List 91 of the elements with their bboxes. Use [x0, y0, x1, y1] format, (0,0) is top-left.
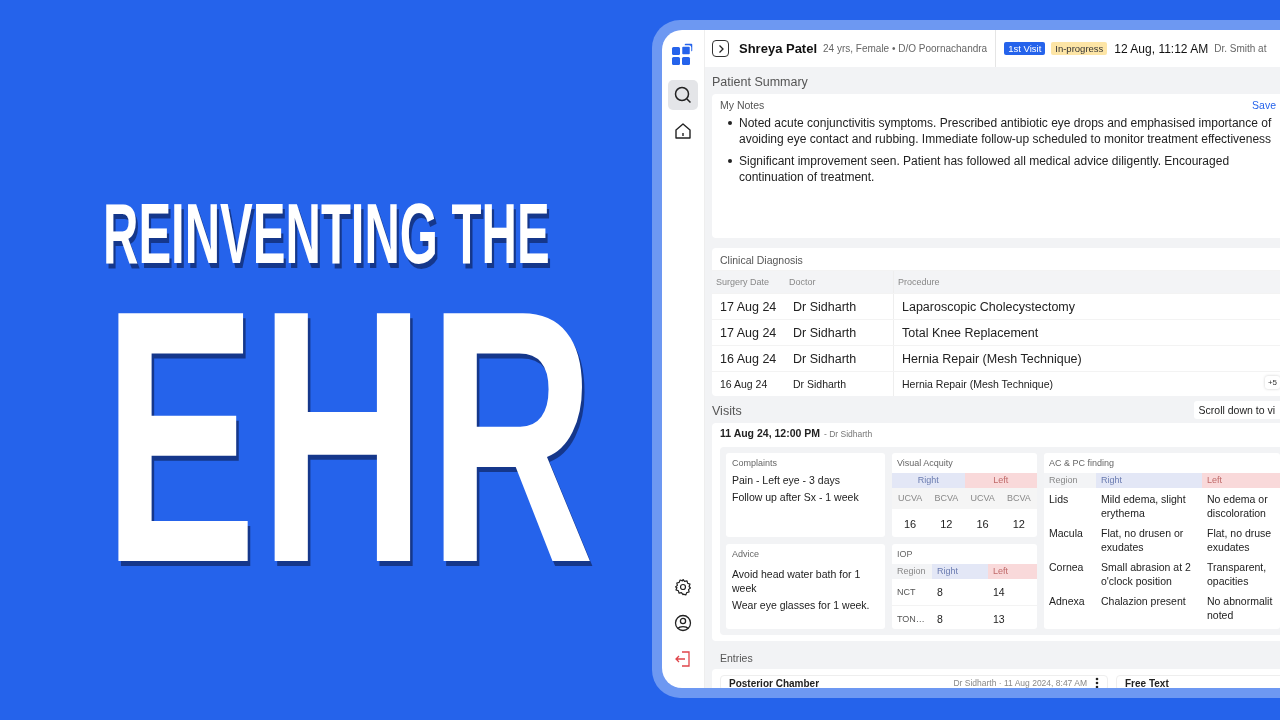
- table-cell: TON…: [892, 606, 932, 629]
- note-item: Significant improvement seen. Patient has followed all medical advice diligently. Encouraged continuation of treatment.: [739, 153, 1231, 185]
- column-header: Procedure: [893, 271, 1280, 293]
- visit-doctor: - Dr Sidharth: [824, 429, 873, 439]
- table-cell-text: 16: [903, 517, 918, 532]
- section-title: Visits: [712, 403, 742, 420]
- logout-icon: [674, 650, 692, 668]
- table-cell: 13: [988, 606, 1037, 629]
- table-cell-text: Dr Sidharth: [792, 351, 858, 366]
- home-icon: [674, 122, 692, 140]
- profile-icon: [674, 614, 692, 632]
- section-title: Patient Summary: [712, 74, 809, 91]
- table-cell-text: 16 Aug 24: [719, 378, 769, 390]
- table-cell-text: 17 Aug 24: [719, 325, 778, 340]
- doctor-label: Dr. Smith at: [1214, 43, 1267, 54]
- status-badge: In-progress: [1051, 42, 1108, 55]
- column-header: Left: [1202, 473, 1280, 488]
- table-cell-text: 12: [1011, 517, 1026, 532]
- column-header: Doctor: [788, 277, 817, 287]
- card-title: Clinical Diagnosis: [719, 253, 804, 268]
- column-header: Right: [892, 473, 965, 488]
- bullet-icon: [728, 159, 732, 163]
- logo-icon: [671, 42, 695, 66]
- complaint-item: Follow up after Sx - 1 week: [732, 490, 860, 504]
- card-title: Visual Acquity: [896, 458, 954, 468]
- visit-datetime: 11 Aug 24, 12:00 PM: [720, 427, 820, 439]
- column-header: UCVA: [964, 488, 1001, 509]
- table-cell: Hernia Repair (Mesh Technique): [893, 346, 1280, 371]
- table-cell: Total Knee Replacement: [893, 320, 1280, 345]
- patient-info: 24 yrs, Female • D/O Poornachandra: [823, 43, 988, 54]
- table-cell-text: Dr Sidharth: [792, 299, 858, 314]
- column-header: Left: [964, 473, 1037, 488]
- column-header: Right: [1096, 473, 1202, 488]
- entry-title: Free Text: [1125, 677, 1170, 688]
- table-cell-text: 12: [939, 517, 954, 532]
- table-cell-text: Adnexa: [1048, 594, 1086, 609]
- card-title: AC & PC finding: [1048, 458, 1116, 468]
- column-header: BCVA: [928, 488, 965, 509]
- table-cell-text: Lids: [1048, 492, 1070, 507]
- table-cell-text: Chalazion present: [1100, 594, 1187, 609]
- column-header: Region: [892, 564, 932, 579]
- table-cell-text: Cornea: [1048, 560, 1085, 575]
- section-title: Entries: [719, 651, 754, 666]
- kebab-menu-icon[interactable]: [1095, 677, 1099, 688]
- more-count: +5: [1264, 376, 1280, 389]
- table-cell-text: 16 Aug 24: [719, 351, 778, 366]
- search-icon: [674, 86, 692, 104]
- table-cell-text: Dr Sidharth: [792, 325, 858, 340]
- table-cell: 14: [988, 579, 1037, 606]
- card-title: Complaints: [732, 458, 779, 468]
- table-cell-text: Macula: [1048, 526, 1084, 541]
- table-cell-text: 16: [975, 517, 990, 532]
- card-title: Advice: [732, 549, 760, 559]
- table-cell-text: Small abrasion at 2 o'clock position: [1100, 560, 1192, 589]
- column-header: Right: [932, 564, 988, 579]
- note-item: Noted acute conjunctivitis symptoms. Prescribed antibiotic eye drops and emphasised importance of avoiding eye contact and rubbing. Immediate follow-up scheduled to monitor treatment effectiveness: [739, 115, 1273, 147]
- complaint-item: Pain - Left eye - 3 days: [732, 473, 841, 487]
- advice-item: Avoid head water bath for 1 week: [732, 567, 862, 595]
- table-cell-text: No edema or discoloration: [1206, 492, 1269, 521]
- table-cell: 8: [932, 579, 988, 606]
- table-cell-text: Transparent, opacities: [1206, 560, 1268, 589]
- expand-button[interactable]: [712, 40, 729, 57]
- advice-item: Wear eye glasses for 1 week.: [732, 598, 871, 612]
- headline-ehr: EHR: [103, 286, 598, 586]
- save-link[interactable]: Save: [1252, 99, 1276, 111]
- headline: REINVENTING THE: [103, 190, 550, 276]
- patient-name: Shreya Patel: [739, 41, 818, 56]
- table-cell: Laparoscopic Cholecystectomy: [893, 294, 1280, 319]
- table-cell-text: Dr Sidharth: [792, 378, 848, 390]
- table-cell-text: Flat, no drusen or exudates: [1100, 526, 1185, 555]
- card-title: My Notes: [720, 99, 765, 111]
- table-cell-text: No abnormalit noted: [1206, 594, 1274, 623]
- sidebar-item[interactable]: [668, 80, 698, 110]
- column-header: BCVA: [1000, 488, 1037, 509]
- column-header: Region: [1044, 473, 1096, 488]
- bullet-icon: [728, 121, 732, 125]
- table-cell-text: Mild edema, slight erythema: [1100, 492, 1187, 521]
- entry-title: Posterior Chamber: [729, 677, 821, 688]
- table-cell-text: 17 Aug 24: [719, 299, 778, 314]
- entry-meta: Dr Sidharth · 11 Aug 2024, 8:47 AM: [953, 678, 1087, 688]
- column-header: Left: [988, 564, 1037, 579]
- column-header: UCVA: [892, 488, 929, 509]
- column-header: Surgery Date: [715, 277, 771, 287]
- table-cell-text: Flat, no druse exudates: [1206, 526, 1273, 555]
- status-badge: 1st Visit: [1004, 42, 1046, 55]
- table-cell: 8: [932, 606, 988, 629]
- scroll-hint: Scroll down to vi: [1193, 400, 1280, 419]
- table-cell: NCT: [892, 579, 932, 606]
- visit-datetime: 12 Aug, 11:12 AM: [1114, 41, 1209, 56]
- card-title: IOP: [896, 549, 914, 559]
- settings-icon: [674, 578, 692, 596]
